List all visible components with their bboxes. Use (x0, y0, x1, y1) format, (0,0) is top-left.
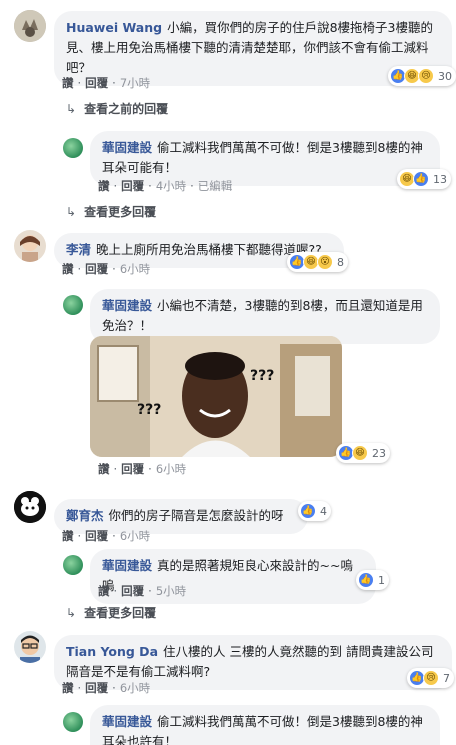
meme-photo-icon (90, 336, 342, 457)
commenter-name[interactable]: 鄭育杰 (66, 508, 104, 523)
wow-icon: 😮 (317, 254, 333, 270)
reaction-count: 7 (443, 671, 450, 685)
avatar[interactable] (14, 10, 46, 42)
sad-icon: 😢 (423, 670, 439, 686)
reaction-summary[interactable]: 👍 😢 7 (407, 668, 454, 688)
reply-link[interactable]: 回覆 (85, 681, 108, 695)
reply-arrow-icon: ↳ (66, 606, 77, 620)
timestamp[interactable]: 5小時 (156, 584, 186, 598)
like-link[interactable]: 讚 (98, 584, 110, 598)
avatar[interactable] (14, 631, 46, 663)
avatar[interactable] (63, 712, 83, 732)
timestamp[interactable]: 4小時 (156, 179, 186, 193)
user-photo-icon (14, 631, 46, 663)
reaction-count: 4 (320, 504, 327, 518)
reaction-count: 1 (378, 573, 385, 587)
commenter-name[interactable]: 華固建設 (102, 714, 152, 729)
like-link[interactable]: 讚 (62, 681, 74, 695)
user-photo-icon (14, 10, 46, 42)
like-link[interactable]: 讚 (98, 462, 110, 476)
comment-actions: 讚 · 回覆 · 4小時 · 已編輯 (98, 179, 233, 193)
timestamp[interactable]: 7小時 (120, 76, 150, 90)
timestamp[interactable]: 6小時 (156, 462, 186, 476)
question-marks-label: ??? (250, 368, 275, 384)
attached-image[interactable]: ??? ??? (90, 336, 342, 457)
comment-text: 晚上上廁所用免治馬桶樓下都聽得道喔?? (96, 242, 322, 257)
reply-link[interactable]: 回覆 (121, 462, 144, 476)
reaction-summary[interactable]: 👍 😆 23 (336, 443, 390, 463)
reaction-summary[interactable]: 👍 😆 😮 8 (287, 252, 348, 272)
like-link[interactable]: 讚 (62, 262, 74, 276)
reply-link[interactable]: 回覆 (85, 76, 108, 90)
commenter-name[interactable]: 華固建設 (102, 140, 152, 155)
reaction-summary[interactable]: 👍 4 (298, 501, 331, 521)
avatar[interactable] (63, 138, 83, 158)
reaction-count: 8 (337, 255, 344, 269)
avatar[interactable] (63, 295, 83, 315)
comment-actions: 讚 · 回覆 · 7小時 (62, 76, 151, 90)
user-photo-icon (14, 230, 46, 262)
timestamp[interactable]: 6小時 (120, 681, 150, 695)
reply-arrow-icon: ↳ (66, 102, 77, 116)
avatar[interactable] (63, 555, 83, 575)
commenter-name[interactable]: Huawei Wang (66, 20, 162, 35)
comment-actions: 讚 · 回覆 · 6小時 (62, 262, 151, 276)
like-icon: 👍 (358, 572, 374, 588)
avatar[interactable] (14, 491, 46, 523)
reply-link[interactable]: 回覆 (85, 529, 108, 543)
reply-arrow-icon: ↳ (66, 205, 77, 219)
view-previous-label: 查看之前的回覆 (84, 102, 169, 116)
comment-bubble: 華固建設 偷工減料我們萬萬不可做！倒是3樓聽到8樓的神耳朵也許有！ (90, 705, 440, 745)
reaction-count: 23 (372, 446, 386, 460)
commenter-name[interactable]: Tian Yong Da (66, 644, 158, 659)
commenter-name[interactable]: 華固建設 (102, 558, 152, 573)
reply-link[interactable]: 回覆 (121, 584, 144, 598)
avatar[interactable] (14, 230, 46, 262)
view-more-replies[interactable]: ↳ 查看更多回覆 (66, 203, 156, 220)
comment-actions: 讚 · 回覆 · 6小時 (62, 529, 151, 543)
timestamp[interactable]: 6小時 (120, 262, 150, 276)
haha-icon: 😆 (352, 445, 368, 461)
reaction-summary[interactable]: 😆 👍 13 (397, 169, 451, 189)
question-marks-label: ??? (137, 402, 162, 418)
comment-actions: 讚 · 回覆 · 6小時 (98, 462, 187, 476)
like-link[interactable]: 讚 (98, 179, 110, 193)
sad-icon: 😢 (418, 68, 434, 84)
reply-link[interactable]: 回覆 (85, 262, 108, 276)
reaction-count: 13 (433, 172, 447, 186)
reaction-summary[interactable]: 👍 1 (356, 570, 389, 590)
comment-text: 你們的房子隔音是怎麼設計的呀 (108, 508, 284, 523)
like-link[interactable]: 讚 (62, 76, 74, 90)
commenter-name[interactable]: 李清 (66, 242, 91, 257)
view-previous-replies[interactable]: ↳ 查看之前的回覆 (66, 100, 168, 117)
view-more-replies[interactable]: ↳ 查看更多回覆 (66, 604, 156, 621)
view-more-label: 查看更多回覆 (84, 606, 157, 620)
user-photo-icon (14, 491, 46, 523)
reaction-summary[interactable]: 👍 😆 😢 30 (388, 66, 456, 86)
comment-actions: 讚 · 回覆 · 6小時 (62, 681, 151, 695)
edited-label[interactable]: 已編輯 (198, 179, 233, 193)
like-link[interactable]: 讚 (62, 529, 74, 543)
comment-actions: 讚 · 回覆 · 5小時 (98, 584, 187, 598)
commenter-name[interactable]: 華固建設 (102, 298, 152, 313)
reaction-count: 30 (438, 69, 452, 83)
like-icon: 👍 (300, 503, 316, 519)
like-icon: 👍 (413, 171, 429, 187)
view-more-label: 查看更多回覆 (84, 205, 157, 219)
reply-link[interactable]: 回覆 (121, 179, 144, 193)
timestamp[interactable]: 6小時 (120, 529, 150, 543)
